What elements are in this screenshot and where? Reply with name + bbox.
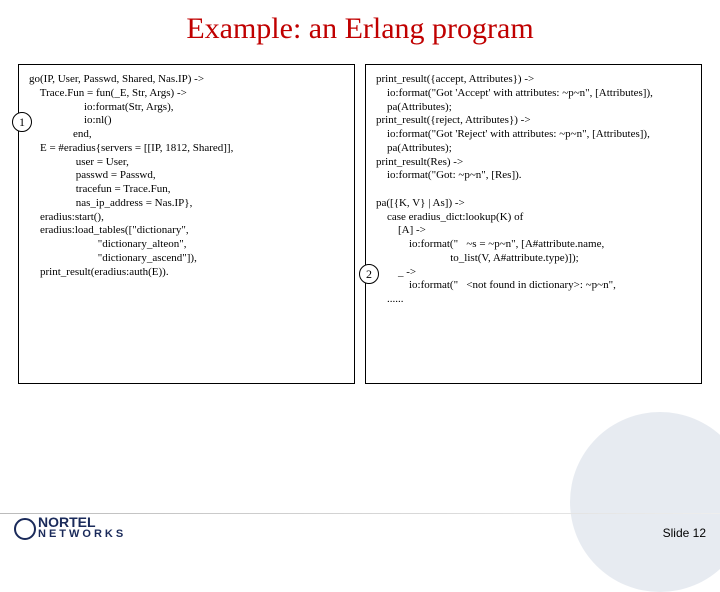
code-columns: 1 go(IP, User, Passwd, Shared, Nas.IP) -… [0,46,720,384]
slide-number: Slide 12 [663,526,706,540]
callout-badge-1: 1 [12,112,32,132]
nortel-logo: NORTEL NETWORKS [14,515,126,540]
slide-footer: NORTEL NETWORKS Slide 12 [0,502,720,546]
callout-badge-2: 2 [359,264,379,284]
globe-icon [14,518,34,538]
logo-text: NORTEL NETWORKS [38,515,126,540]
right-panel-wrap: 2 print_result({accept, Attributes}) -> … [365,64,702,384]
code-panel-right: print_result({accept, Attributes}) -> io… [365,64,702,384]
left-panel-wrap: 1 go(IP, User, Passwd, Shared, Nas.IP) -… [18,64,355,384]
logo-line2: NETWORKS [38,529,126,540]
code-panel-left: go(IP, User, Passwd, Shared, Nas.IP) -> … [18,64,355,384]
slide-title: Example: an Erlang program [0,12,720,46]
